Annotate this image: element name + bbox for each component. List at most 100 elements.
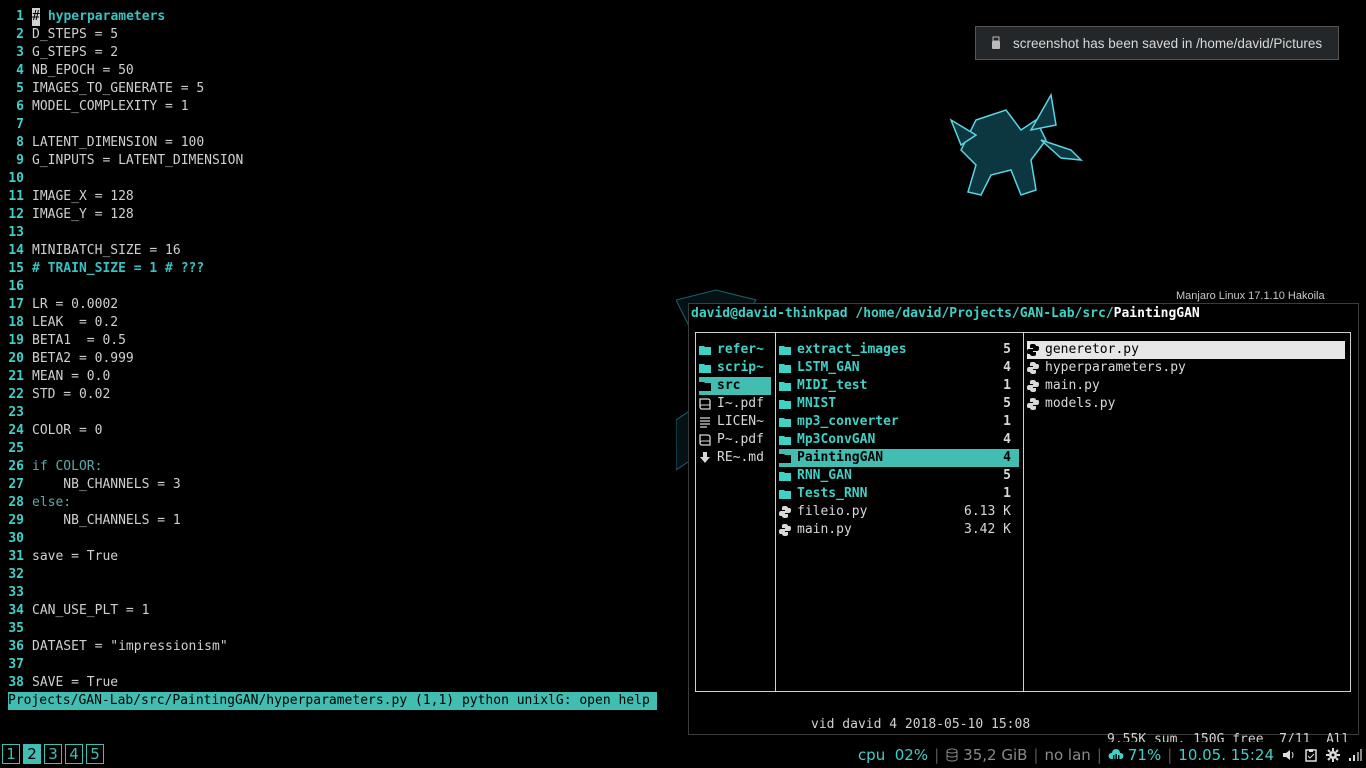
entry-name: Tests_RNN bbox=[797, 486, 868, 501]
settings-icon[interactable] bbox=[1326, 748, 1340, 762]
editor-line[interactable]: 10 bbox=[0, 170, 680, 188]
line-number: 14 bbox=[8, 243, 24, 258]
status-bar: 12345 cpu 02% | 35,2 GiB | no lan | 71% … bbox=[0, 742, 1366, 768]
signal-icon[interactable] bbox=[1348, 748, 1362, 762]
workspace-1-button[interactable]: 1 bbox=[2, 744, 20, 764]
line-number: 1 bbox=[16, 9, 24, 24]
volume-icon[interactable] bbox=[1282, 748, 1296, 762]
entry-name: extract_images bbox=[797, 342, 907, 357]
editor-line[interactable]: 26 if COLOR: bbox=[0, 458, 680, 476]
directory-entry[interactable]: mp3_converter 1 bbox=[779, 413, 1019, 431]
clock[interactable]: 10.05. 15:24 bbox=[1178, 746, 1274, 764]
screenshot-notification[interactable]: screenshot has been saved in /home/david… bbox=[975, 26, 1339, 60]
entry-size: 6.13 K bbox=[964, 504, 1011, 519]
directory-entry[interactable]: MIDI_test 1 bbox=[779, 377, 1019, 395]
download-icon bbox=[700, 452, 710, 463]
editor-line[interactable]: 35 bbox=[0, 620, 680, 638]
editor-line[interactable]: 9 G_INPUTS = LATENT_DIMENSION bbox=[0, 152, 680, 170]
line-number: 7 bbox=[16, 117, 24, 132]
line-text: # TRAIN_SIZE = 1 # ??? bbox=[32, 261, 205, 276]
editor-line[interactable]: 8 LATENT_DIMENSION = 100 bbox=[0, 134, 680, 152]
editor-line[interactable]: 23 bbox=[0, 404, 680, 422]
file-entry[interactable]: RE~.md bbox=[699, 449, 771, 467]
editor-line[interactable]: 22 STD = 0.02 bbox=[0, 386, 680, 404]
file-entry[interactable]: LICEN~ bbox=[699, 413, 771, 431]
workspace-3-button[interactable]: 3 bbox=[44, 744, 62, 764]
lan-status: no lan bbox=[1044, 746, 1091, 764]
ranger-file-manager[interactable]: david@david-thinkpad /home/david/Project… bbox=[688, 303, 1359, 747]
file-entry[interactable]: fileio.py 6.13 K bbox=[779, 503, 1019, 521]
editor-line[interactable]: 33 bbox=[0, 584, 680, 602]
editor-line[interactable]: 1 # hyperparameters bbox=[0, 8, 680, 26]
python-icon bbox=[779, 506, 791, 518]
directory-entry[interactable]: PaintingGAN 4 bbox=[779, 449, 1019, 467]
clipboard-icon[interactable] bbox=[1304, 748, 1318, 762]
vim-editor[interactable]: 1 # hyperparameters 2 D_STEPS = 5 3 G_STEPS =… bbox=[0, 8, 680, 692]
directory-entry[interactable]: refer~ bbox=[699, 341, 771, 359]
editor-line[interactable]: 37 bbox=[0, 656, 680, 674]
editor-line[interactable]: 29 NB_CHANNELS = 1 bbox=[0, 512, 680, 530]
file-entry[interactable]: generetor.py bbox=[1027, 341, 1345, 359]
file-entry[interactable]: hyperparameters.py bbox=[1027, 359, 1345, 377]
file-entry[interactable]: main.py bbox=[1027, 377, 1345, 395]
editor-line[interactable]: 30 bbox=[0, 530, 680, 548]
editor-line[interactable]: 34 CAN_USE_PLT = 1 bbox=[0, 602, 680, 620]
file-entry[interactable]: I~.pdf bbox=[699, 395, 771, 413]
editor-line[interactable]: 25 bbox=[0, 440, 680, 458]
line-text: DATASET = "impressionism" bbox=[32, 639, 228, 654]
editor-line[interactable]: 16 bbox=[0, 278, 680, 296]
editor-line[interactable]: 2 D_STEPS = 5 bbox=[0, 26, 680, 44]
workspace-2-button[interactable]: 2 bbox=[23, 744, 41, 764]
preview-column: generetor.py hyperparameters.py main.py mod… bbox=[1024, 333, 1350, 691]
line-number: 13 bbox=[8, 225, 24, 240]
directory-entry[interactable]: scrip~ bbox=[699, 359, 771, 377]
entry-name: main.py bbox=[797, 522, 852, 537]
workspace-4-button[interactable]: 4 bbox=[65, 744, 83, 764]
editor-line[interactable]: 3 G_STEPS = 2 bbox=[0, 44, 680, 62]
editor-line[interactable]: 17 LR = 0.0002 bbox=[0, 296, 680, 314]
editor-line[interactable]: 15 # TRAIN_SIZE = 1 # ??? bbox=[0, 260, 680, 278]
line-number: 10 bbox=[8, 171, 24, 186]
editor-line[interactable]: 12 IMAGE_Y = 128 bbox=[0, 206, 680, 224]
editor-line[interactable]: 24 COLOR = 0 bbox=[0, 422, 680, 440]
directory-entry[interactable]: RNN_GAN 5 bbox=[779, 467, 1019, 485]
line-text: if COLOR: bbox=[32, 459, 103, 474]
directory-entry[interactable]: MNIST 5 bbox=[779, 395, 1019, 413]
editor-line[interactable]: 20 BETA2 = 0.999 bbox=[0, 350, 680, 368]
editor-line[interactable]: 18 LEAK = 0.2 bbox=[0, 314, 680, 332]
editor-line[interactable]: 4 NB_EPOCH = 50 bbox=[0, 62, 680, 80]
current-path: /home/david/Projects/GAN-Lab/src/ bbox=[855, 306, 1114, 321]
directory-entry[interactable]: LSTM_GAN 4 bbox=[779, 359, 1019, 377]
editor-line[interactable]: 32 bbox=[0, 566, 680, 584]
line-text: IMAGE_X = 128 bbox=[32, 189, 134, 204]
editor-line[interactable]: 27 NB_CHANNELS = 3 bbox=[0, 476, 680, 494]
line-number: 15 bbox=[8, 261, 24, 276]
ranger-path-header: david@david-thinkpad /home/david/Project… bbox=[691, 306, 1200, 321]
editor-line[interactable]: 7 bbox=[0, 116, 680, 134]
editor-line[interactable]: 19 BETA1 = 0.5 bbox=[0, 332, 680, 350]
datetime: 10.05. 15:24 bbox=[1178, 746, 1274, 764]
editor-line[interactable]: 21 MEAN = 0.0 bbox=[0, 368, 680, 386]
file-entry[interactable]: P~.pdf bbox=[699, 431, 771, 449]
file-entry[interactable]: models.py bbox=[1027, 395, 1345, 413]
line-number: 29 bbox=[8, 513, 24, 528]
directory-entry[interactable]: Tests_RNN 1 bbox=[779, 485, 1019, 503]
folder-icon bbox=[779, 454, 791, 463]
directory-entry[interactable]: src bbox=[699, 377, 771, 395]
line-number: 24 bbox=[8, 423, 24, 438]
editor-line[interactable]: 5 IMAGES_TO_GENERATE = 5 bbox=[0, 80, 680, 98]
editor-line[interactable]: 14 MINIBATCH_SIZE = 16 bbox=[0, 242, 680, 260]
entry-size: 5 bbox=[1003, 342, 1011, 357]
workspace-5-button[interactable]: 5 bbox=[86, 744, 104, 764]
editor-line[interactable]: 6 MODEL_COMPLEXITY = 1 bbox=[0, 98, 680, 116]
notification-text: screenshot has been saved in /home/david… bbox=[1013, 35, 1323, 51]
editor-line[interactable]: 28 else: bbox=[0, 494, 680, 512]
directory-entry[interactable]: extract_images 5 bbox=[779, 341, 1019, 359]
editor-line[interactable]: 11 IMAGE_X = 128 bbox=[0, 188, 680, 206]
editor-line[interactable]: 13 bbox=[0, 224, 680, 242]
editor-line[interactable]: 36 DATASET = "impressionism" bbox=[0, 638, 680, 656]
editor-line[interactable]: 31 save = True bbox=[0, 548, 680, 566]
directory-entry[interactable]: Mp3ConvGAN 4 bbox=[779, 431, 1019, 449]
editor-line[interactable]: 38 SAVE = True bbox=[0, 674, 680, 692]
file-entry[interactable]: main.py 3.42 K bbox=[779, 521, 1019, 539]
